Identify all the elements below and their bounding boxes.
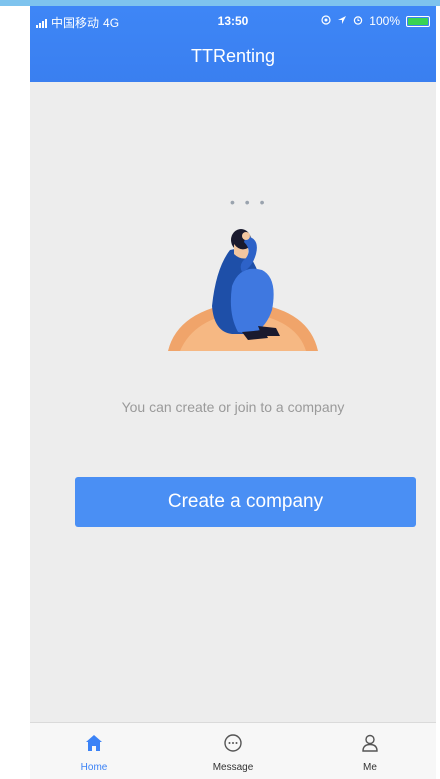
tab-home[interactable]: Home — [44, 723, 144, 779]
tab-me[interactable]: Me — [320, 723, 420, 779]
navigation-arrow-icon — [337, 14, 347, 28]
thinking-dots: • • • — [230, 194, 268, 210]
app-header: 中国移动 4G 13:50 100% TTRenting — [30, 6, 436, 82]
person-icon — [362, 734, 378, 752]
app-screen: 中国移动 4G 13:50 100% TTRenting • • • You c… — [30, 6, 436, 779]
page-title: TTRenting — [190, 46, 276, 66]
tab-me-label: Me — [363, 762, 377, 773]
location-icon — [321, 14, 331, 28]
battery-percent: 100% — [369, 14, 400, 28]
sad-person-illustration — [168, 229, 318, 351]
status-bar: 中国移动 4G 13:50 100% — [30, 6, 436, 32]
status-right: 100% — [321, 14, 430, 28]
tab-home-label: Home — [80, 762, 108, 773]
create-company-button[interactable]: Create a company — [75, 477, 416, 527]
alarm-icon — [353, 14, 363, 28]
message-icon — [224, 734, 242, 752]
empty-state-message: You can create or join to a company — [121, 399, 345, 415]
home-icon — [86, 735, 102, 751]
page-margin — [0, 0, 30, 779]
tab-message[interactable]: Message — [183, 723, 283, 779]
bottom-tab-bar: Home Message Me — [30, 722, 436, 779]
battery-icon — [406, 15, 430, 27]
tab-message-label: Message — [212, 762, 254, 773]
